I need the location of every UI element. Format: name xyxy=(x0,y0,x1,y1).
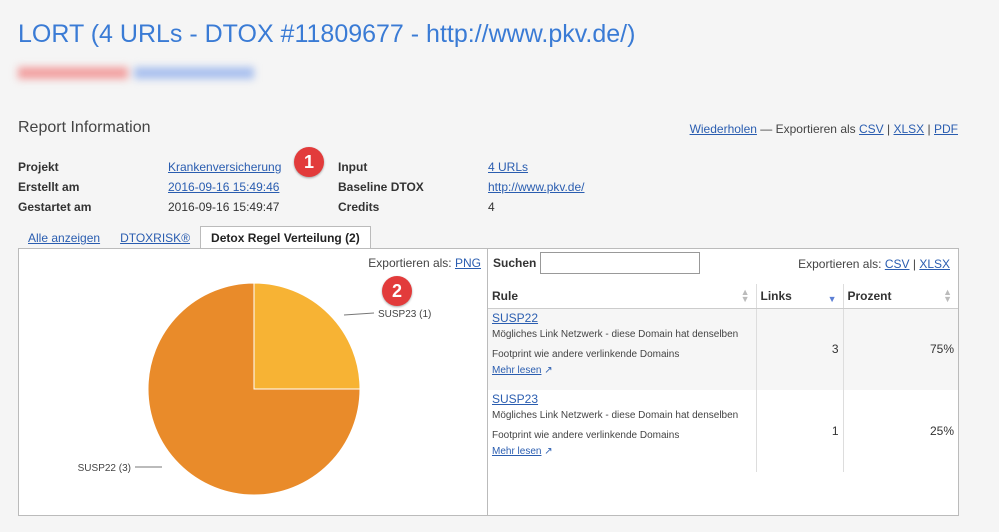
info-row-started: Gestartet am 2016-09-16 15:49:47 xyxy=(18,197,281,217)
search-label: Suchen xyxy=(493,256,537,270)
pie-slice-susp23[interactable] xyxy=(253,282,361,390)
started-date-value: 2016-09-16 15:49:47 xyxy=(168,200,280,214)
pie-slice-label: SUSP23 (1) xyxy=(378,309,431,320)
rule-description: Mögliches Link Netzwerk - diese Domain h… xyxy=(492,328,739,360)
search-input[interactable] xyxy=(540,252,701,274)
report-export-bar: Wiederholen — Exportieren als CSV | XLSX… xyxy=(690,122,958,136)
info-row-input: Input 4 URLs xyxy=(338,157,585,177)
percent-cell: 75% xyxy=(843,308,958,390)
rules-table-area: Suchen Exportieren als: CSV | XLSX Rule ▲… xyxy=(488,249,958,515)
read-more-link[interactable]: Mehr lesen xyxy=(492,446,541,457)
separator: | xyxy=(887,122,891,136)
sort-icon: ▲ ▼ xyxy=(740,287,750,304)
pie-slice-label: SUSP22 (3) xyxy=(78,463,131,474)
external-link-icon: ↗ xyxy=(544,446,553,457)
info-row-baseline: Baseline DTOX http://www.pkv.de/ xyxy=(338,177,585,197)
separator: | xyxy=(927,122,931,136)
created-date-link[interactable]: 2016-09-16 15:49:46 xyxy=(168,177,279,197)
redacted-text-block xyxy=(18,67,128,79)
info-label: Input xyxy=(338,160,368,174)
annotation-badge-2: 2 xyxy=(382,276,412,306)
report-information-heading: Report Information xyxy=(18,119,151,136)
column-header-rule[interactable]: Rule ▲ ▼ xyxy=(488,284,757,309)
redacted-text-block xyxy=(134,67,254,79)
table-export-xlsx-link[interactable]: XLSX xyxy=(919,257,950,271)
separator: | xyxy=(912,257,916,271)
pie-chart: SUSP23 (1) SUSP22 (3) xyxy=(78,282,431,496)
info-row-created: Erstellt am 2016-09-16 15:49:46 xyxy=(18,177,281,197)
info-label: Erstellt am xyxy=(18,180,80,194)
page-title: LORT (4 URLs - DTOX #11809677 - http://w… xyxy=(18,20,636,48)
annotation-badge-1: 1 xyxy=(294,147,324,177)
search-box: Suchen xyxy=(493,252,701,274)
rule-link[interactable]: SUSP22 xyxy=(492,311,752,325)
links-cell: 1 xyxy=(756,390,844,472)
table-export-bar: Exportieren als: CSV | XLSX xyxy=(798,257,950,271)
info-right: Input 4 URLs Baseline DTOX http://www.pk… xyxy=(338,157,585,217)
export-prefix: — Exportieren als xyxy=(760,122,856,136)
input-link[interactable]: 4 URLs xyxy=(488,157,528,177)
export-pdf-link[interactable]: PDF xyxy=(934,122,958,136)
links-cell: 3 xyxy=(756,308,844,390)
sort-desc-icon: ▼ xyxy=(827,294,837,304)
baseline-link[interactable]: http://www.pkv.de/ xyxy=(488,177,585,197)
rule-cell: SUSP23 Mögliches Link Netzwerk - diese D… xyxy=(488,390,757,472)
column-header-percent[interactable]: Prozent ▲ ▼ xyxy=(843,284,958,309)
info-label: Projekt xyxy=(18,160,59,174)
rule-cell: SUSP22 Mögliches Link Netzwerk - diese D… xyxy=(488,308,757,390)
tab-content-panel: Exportieren als: PNG SUSP23 (1) SUSP22 (3… xyxy=(18,248,959,516)
percent-cell: 25% xyxy=(843,390,958,472)
pie-chart-area: Exportieren als: PNG SUSP23 (1) SUSP22 (3… xyxy=(19,249,487,515)
redacted-subtitle xyxy=(18,64,258,82)
tab-detox-rule-distribution[interactable]: Detox Regel Verteilung (2) xyxy=(200,226,371,250)
rule-description: Mögliches Link Netzwerk - diese Domain h… xyxy=(492,410,739,441)
tab-show-all[interactable]: Alle anzeigen xyxy=(18,227,110,249)
info-row-credits: Credits 4 xyxy=(338,197,585,217)
external-link-icon: ↗ xyxy=(544,364,553,376)
export-csv-link[interactable]: CSV xyxy=(859,122,884,136)
info-left: Projekt Krankenversicherung Erstellt am … xyxy=(18,157,281,217)
tab-dtoxrisk[interactable]: DTOXRISK® xyxy=(110,227,200,249)
read-more-link[interactable]: Mehr lesen xyxy=(492,365,541,376)
pie-label-connector xyxy=(343,312,375,316)
tab-bar: Alle anzeigen DTOXRISK® Detox Regel Vert… xyxy=(18,226,371,250)
info-label: Gestartet am xyxy=(18,200,92,214)
table-row: SUSP22 Mögliches Link Netzwerk - diese D… xyxy=(488,308,958,390)
table-export-csv-link[interactable]: CSV xyxy=(885,257,910,271)
info-label: Baseline DTOX xyxy=(338,180,424,194)
sort-icon: ▲ ▼ xyxy=(943,287,952,304)
project-link[interactable]: Krankenversicherung xyxy=(168,157,281,177)
table-header-row: Rule ▲ ▼ Links ▼ Prozent ▲ ▼ xyxy=(488,284,958,309)
table-row: SUSP23 Mögliches Link Netzwerk - diese D… xyxy=(488,390,958,472)
rules-table: Rule ▲ ▼ Links ▼ Prozent ▲ ▼ SUSP22 Mögliches… xyxy=(488,284,958,472)
info-row-project: Projekt Krankenversicherung xyxy=(18,157,281,177)
credits-value: 4 xyxy=(488,200,495,214)
column-header-links[interactable]: Links ▼ xyxy=(756,284,844,309)
export-xlsx-link[interactable]: XLSX xyxy=(894,122,925,136)
repeat-link[interactable]: Wiederholen xyxy=(690,122,757,136)
info-label: Credits xyxy=(338,200,380,214)
table-export-label: Exportieren als: xyxy=(798,257,882,271)
rule-link[interactable]: SUSP23 xyxy=(492,392,752,406)
